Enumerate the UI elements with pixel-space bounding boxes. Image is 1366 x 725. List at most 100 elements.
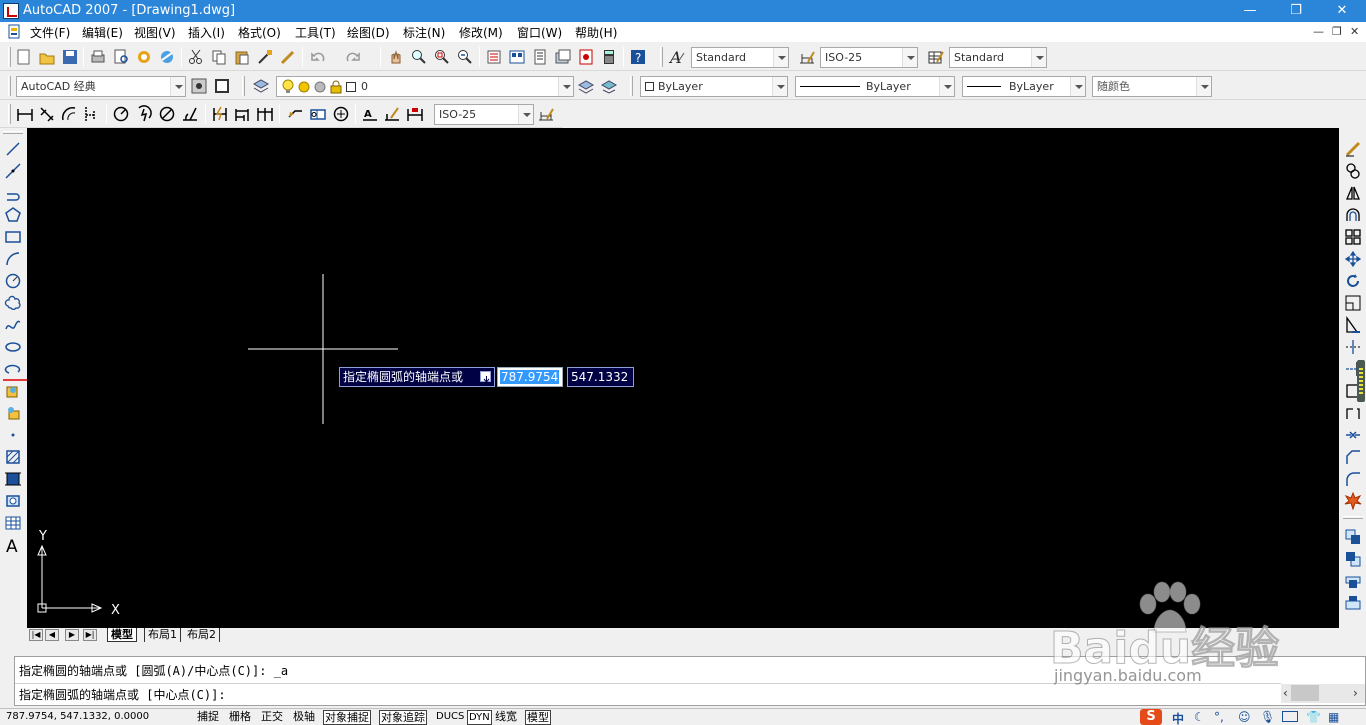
restore-button[interactable]: ❐: [1273, 0, 1319, 22]
baseline-dimension-icon[interactable]: [233, 105, 251, 123]
layer-dropdown[interactable]: 0: [276, 76, 574, 97]
jogged-dimension-icon[interactable]: [135, 105, 153, 123]
microphone-icon[interactable]: 🎙: [1260, 710, 1275, 724]
menu-edit[interactable]: 编辑(E): [82, 24, 123, 41]
markup-set-icon[interactable]: [577, 48, 595, 66]
close-button[interactable]: ✕: [1319, 0, 1365, 22]
workspace-dropdown[interactable]: AutoCAD 经典: [16, 76, 186, 97]
match-properties-icon[interactable]: [256, 48, 274, 66]
autocad-app-icon[interactable]: [3, 3, 19, 19]
offset-icon[interactable]: [1344, 206, 1362, 224]
sheet-set-icon[interactable]: [554, 48, 572, 66]
ducs-toggle[interactable]: DUCS: [435, 710, 465, 725]
layer-manager-icon[interactable]: [252, 77, 270, 95]
arrow-down-icon[interactable]: [480, 371, 491, 384]
color-control-dropdown[interactable]: ByLayer: [640, 76, 788, 97]
tab-model[interactable]: 模型: [107, 628, 137, 642]
document-icon[interactable]: [7, 24, 22, 39]
mirror-icon[interactable]: [1344, 184, 1362, 202]
keyboard-icon[interactable]: [1282, 711, 1298, 722]
continue-dimension-icon[interactable]: [256, 105, 274, 123]
dynamic-input-y-field[interactable]: 547.1332: [567, 367, 634, 387]
polygon-icon[interactable]: [4, 206, 22, 224]
tolerance-icon[interactable]: [309, 105, 327, 123]
last-tab-button[interactable]: ▶|: [83, 629, 97, 641]
join-icon[interactable]: [1344, 426, 1362, 444]
table-icon[interactable]: [4, 514, 22, 532]
skin-icon[interactable]: 👕: [1306, 710, 1321, 724]
send-to-back-icon[interactable]: [1344, 550, 1362, 568]
bring-to-front-icon[interactable]: [1344, 528, 1362, 546]
zoom-realtime-icon[interactable]: [410, 48, 428, 66]
line-icon[interactable]: [4, 140, 22, 158]
chamfer-icon[interactable]: [1344, 448, 1362, 466]
gradient-icon[interactable]: [4, 470, 22, 488]
cut-icon[interactable]: [187, 48, 205, 66]
publish-icon[interactable]: [135, 48, 153, 66]
rotate-icon[interactable]: [1344, 272, 1362, 290]
spline-icon[interactable]: [4, 316, 22, 334]
sogou-ime-icon[interactable]: S: [1140, 709, 1162, 725]
menu-file[interactable]: 文件(F): [30, 24, 70, 41]
table-style-icon[interactable]: [927, 48, 945, 66]
coordinates-display[interactable]: 787.9754, 547.1332, 0.0000: [5, 710, 191, 725]
grid-toggle[interactable]: 栅格: [228, 710, 252, 725]
zoom-window-icon[interactable]: [433, 48, 451, 66]
radius-dimension-icon[interactable]: [112, 105, 130, 123]
tab-layout2[interactable]: 布局2: [184, 628, 220, 642]
menu-dimension[interactable]: 标注(N): [403, 24, 445, 41]
doc-close-button[interactable]: ✕: [1350, 25, 1359, 38]
dimension-style-control-dropdown[interactable]: ISO-25: [434, 104, 534, 125]
first-tab-button[interactable]: |◀: [29, 629, 43, 641]
menu-format[interactable]: 格式(O): [238, 24, 281, 41]
open-folder-icon[interactable]: [38, 48, 56, 66]
break-icon[interactable]: [1344, 404, 1362, 422]
lineweight-toggle[interactable]: 线宽: [494, 710, 518, 725]
table-style-dropdown[interactable]: Standard: [949, 47, 1047, 68]
otrack-toggle[interactable]: 对象追踪: [379, 710, 427, 725]
menu-tools[interactable]: 工具(T): [295, 24, 336, 41]
redo-icon[interactable]: [344, 48, 362, 66]
ellipse-icon[interactable]: [4, 338, 22, 356]
layer-viewport-icon[interactable]: [313, 80, 327, 96]
dimension-update-icon[interactable]: [406, 105, 424, 123]
menu-window[interactable]: 窗口(W): [517, 24, 562, 41]
bring-above-icon[interactable]: [1344, 572, 1362, 590]
help-icon[interactable]: ?: [629, 48, 647, 66]
moon-icon[interactable]: ☾: [1194, 710, 1205, 724]
doc-minimize-button[interactable]: —: [1313, 25, 1324, 38]
drawing-canvas[interactable]: Y X: [27, 128, 1339, 628]
linear-dimension-icon[interactable]: [16, 105, 34, 123]
center-mark-icon[interactable]: [332, 105, 350, 123]
erase-icon[interactable]: [1344, 140, 1362, 158]
osnap-toggle[interactable]: 对象捕捉: [323, 710, 371, 725]
new-file-icon[interactable]: [15, 48, 33, 66]
polyline-icon[interactable]: [4, 184, 22, 202]
make-block-icon[interactable]: [4, 404, 22, 422]
plot-style-dropdown[interactable]: 随颜色: [1092, 76, 1212, 97]
model-toggle[interactable]: 模型: [525, 710, 551, 725]
arc-length-icon[interactable]: [60, 105, 78, 123]
save-icon[interactable]: [61, 48, 79, 66]
dimension-style-icon[interactable]: [798, 48, 816, 66]
aligned-dimension-icon[interactable]: [38, 105, 56, 123]
arc-icon[interactable]: [4, 250, 22, 268]
layer-on-lightbulb-icon[interactable]: [281, 79, 295, 96]
ordinate-dimension-icon[interactable]: [82, 105, 100, 123]
dimension-text-edit-icon[interactable]: [383, 105, 401, 123]
stretch-icon[interactable]: [1344, 316, 1362, 334]
scale-icon[interactable]: [1344, 294, 1362, 312]
array-icon[interactable]: [1344, 228, 1362, 246]
pan-realtime-icon[interactable]: [387, 48, 405, 66]
design-center-icon[interactable]: [508, 48, 526, 66]
layer-previous-icon[interactable]: [600, 77, 618, 95]
polar-toggle[interactable]: 极轴: [292, 710, 316, 725]
layer-thaw-sun-icon[interactable]: [297, 80, 311, 96]
doc-restore-button[interactable]: ❐: [1332, 25, 1342, 38]
ellipse-arc-icon[interactable]: [4, 360, 22, 378]
my-workspace-icon[interactable]: [213, 77, 231, 95]
emoji-icon[interactable]: ☺: [1238, 710, 1251, 724]
copy-icon[interactable]: [210, 48, 228, 66]
dynamic-input-x-field[interactable]: 787.9754: [497, 367, 563, 387]
copy-object-icon[interactable]: [1344, 162, 1362, 180]
